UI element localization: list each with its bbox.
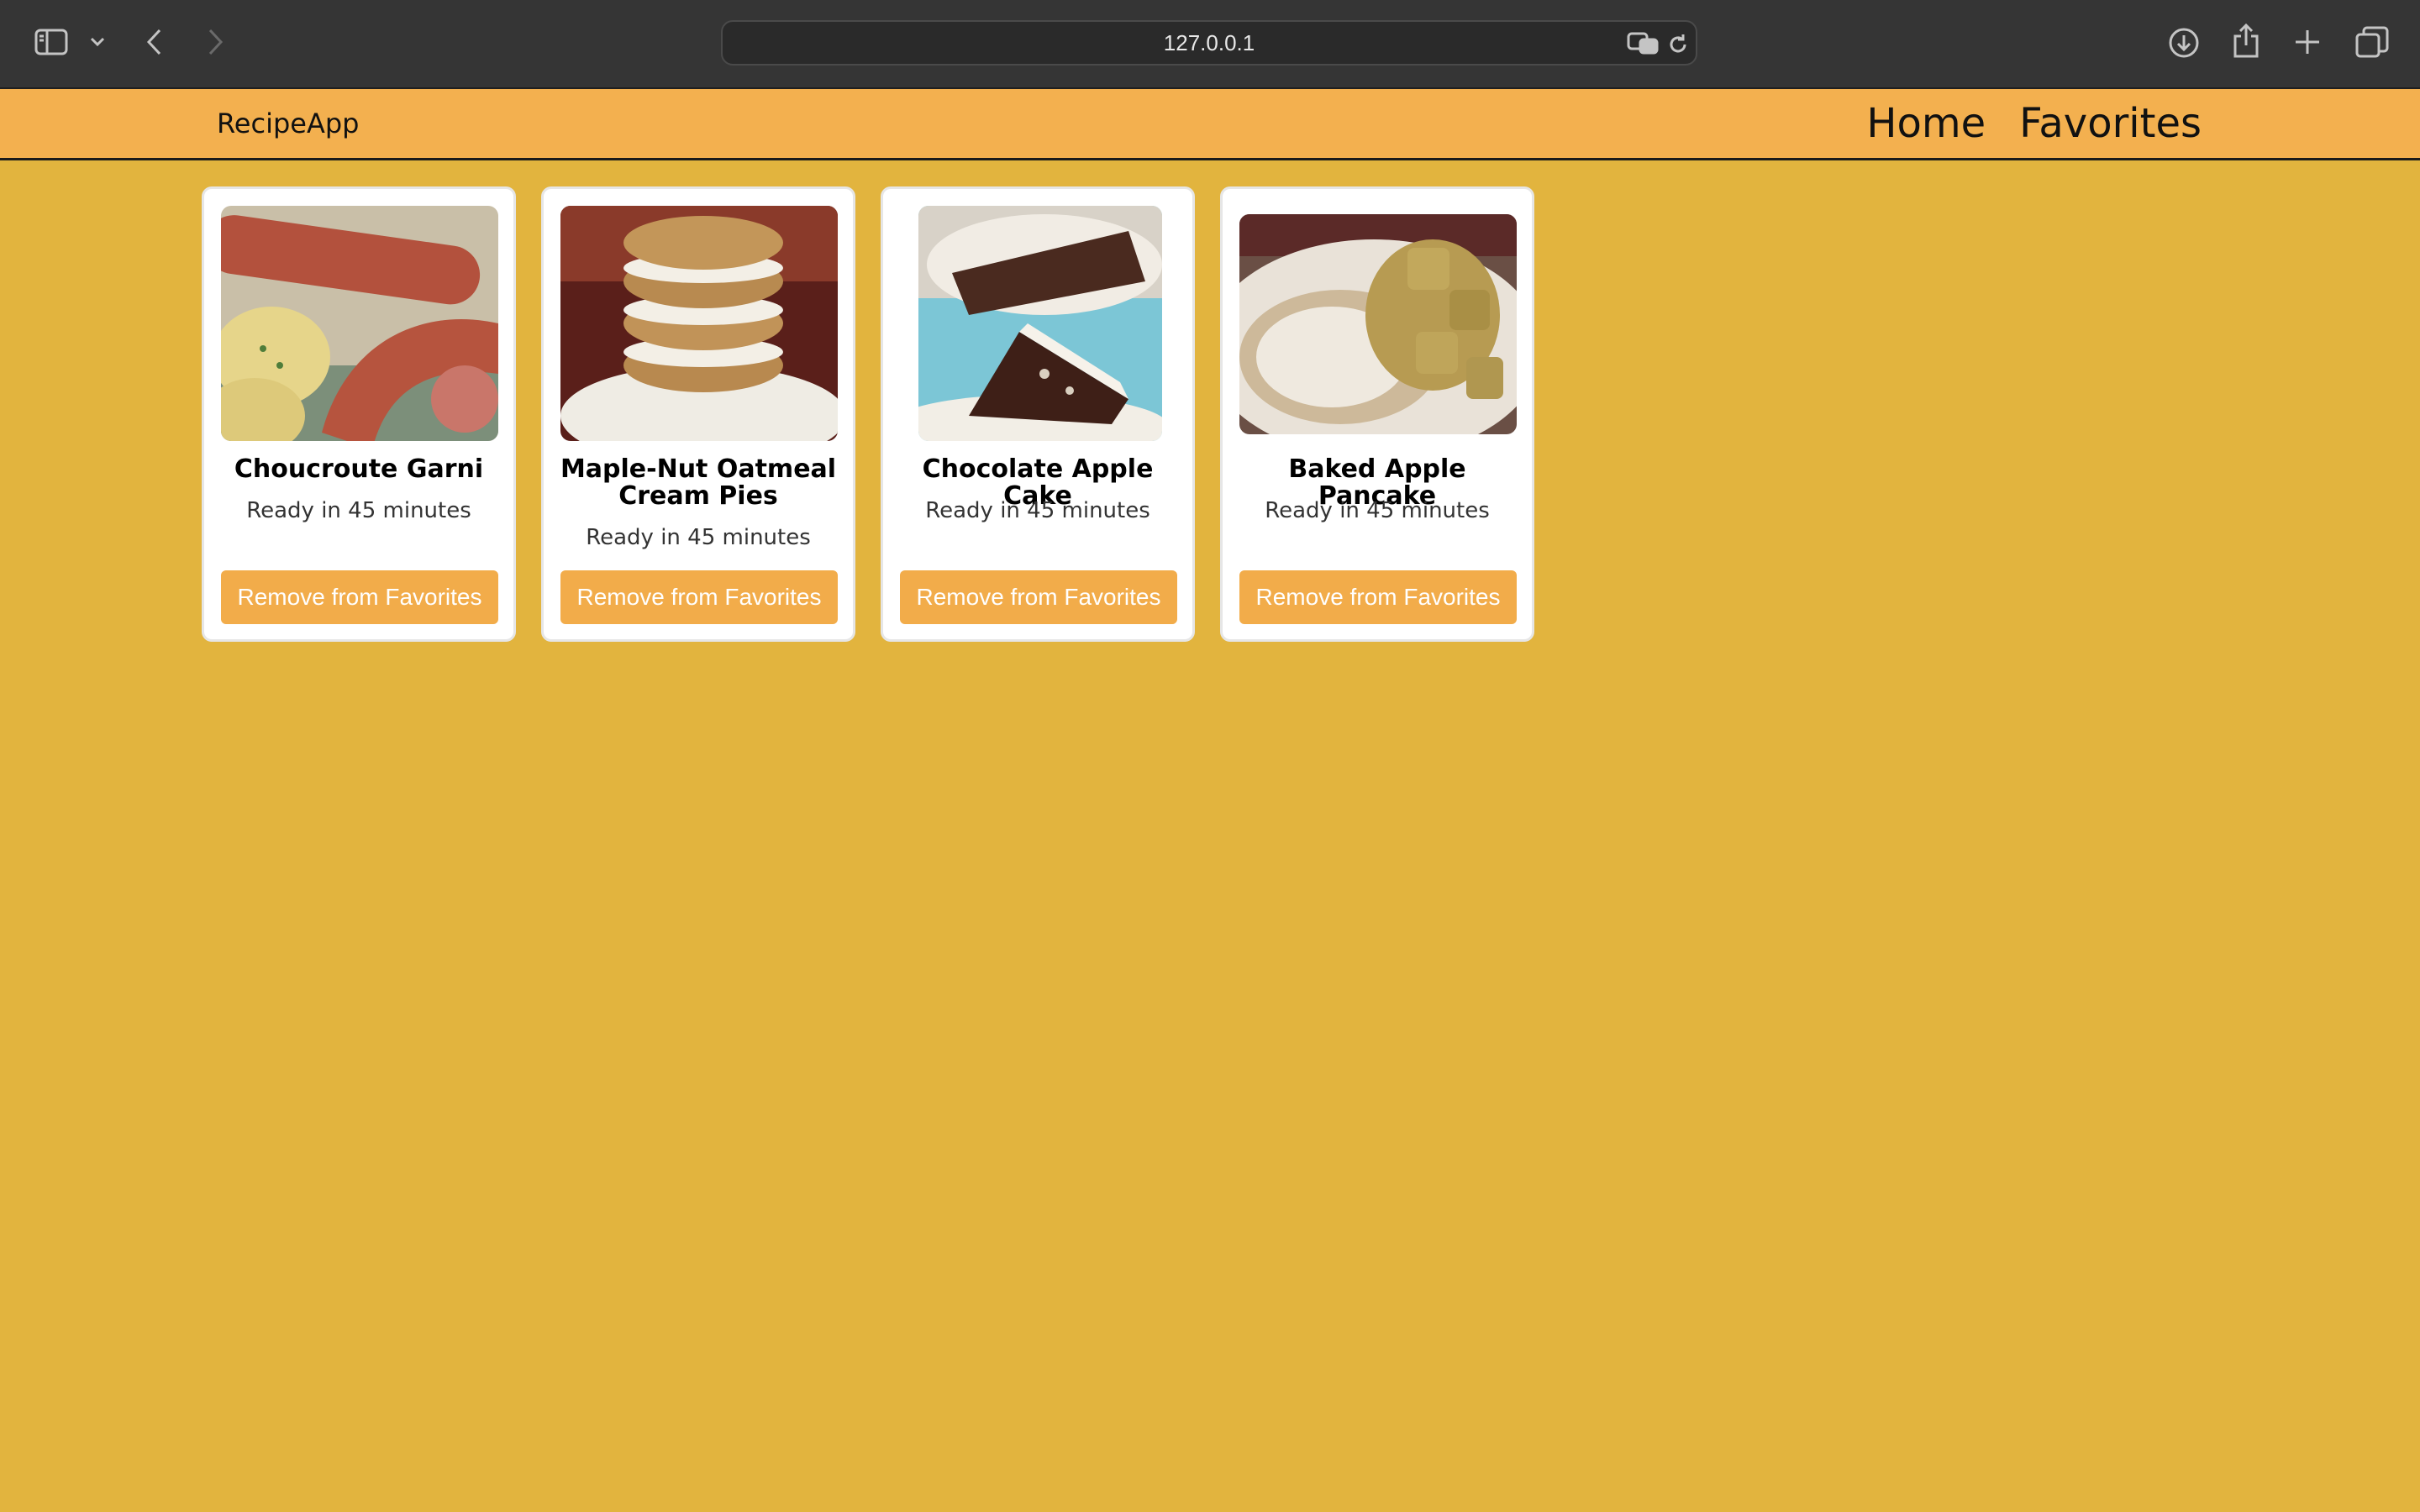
recipe-card: Choucroute Garni Ready in 45 minutes Rem… xyxy=(202,186,516,642)
nav-links: Home Favorites xyxy=(1866,89,2202,158)
reload-icon[interactable] xyxy=(1665,32,1691,57)
favorites-grid: Choucroute Garni Ready in 45 minutes Rem… xyxy=(202,186,1534,642)
recipe-ready-time: Ready in 45 minutes xyxy=(925,498,1150,523)
recipe-card: Chocolate Apple Cake Ready in 45 minutes… xyxy=(881,186,1195,642)
remove-favorite-button[interactable]: Remove from Favorites xyxy=(1239,570,1517,624)
recipe-title: Maple-Nut Oatmeal Cream Pies xyxy=(560,454,837,511)
browser-toolbar: 127.0.0.1 xyxy=(0,0,2420,89)
new-tab-icon[interactable] xyxy=(2291,25,2324,59)
recipe-title: Choucroute Garni xyxy=(234,454,484,484)
tabs-overview-icon[interactable] xyxy=(2354,25,2390,59)
chevron-down-icon[interactable] xyxy=(87,32,108,52)
remove-favorite-button[interactable]: Remove from Favorites xyxy=(560,570,838,624)
nav-link-home[interactable]: Home xyxy=(1866,100,1986,147)
sidebar-icon[interactable] xyxy=(32,25,71,59)
recipe-card: Baked Apple Pancake Ready in 45 minutes … xyxy=(1220,186,1534,642)
recipe-ready-time: Ready in 45 minutes xyxy=(586,525,811,550)
url-text: 127.0.0.1 xyxy=(1163,29,1255,55)
translate-icon[interactable] xyxy=(1627,30,1660,57)
remove-favorite-button[interactable]: Remove from Favorites xyxy=(221,570,498,624)
download-icon[interactable] xyxy=(2166,25,2202,60)
address-bar[interactable]: 127.0.0.1 xyxy=(721,20,1697,66)
app-navbar: RecipeApp Home Favorites xyxy=(0,89,2420,160)
recipe-ready-time: Ready in 45 minutes xyxy=(1265,498,1490,523)
recipe-image xyxy=(560,206,838,441)
recipe-image xyxy=(918,206,1162,441)
recipe-ready-time: Ready in 45 minutes xyxy=(246,498,471,523)
forward-icon[interactable] xyxy=(202,27,229,57)
brand-logo[interactable]: RecipeApp xyxy=(217,89,359,158)
remove-favorite-button[interactable]: Remove from Favorites xyxy=(900,570,1177,624)
share-icon[interactable] xyxy=(2228,22,2264,60)
recipe-image xyxy=(1239,214,1517,434)
recipe-image xyxy=(221,206,498,441)
back-icon[interactable] xyxy=(141,27,168,57)
recipe-card: Maple-Nut Oatmeal Cream Pies Ready in 45… xyxy=(541,186,855,642)
nav-link-favorites[interactable]: Favorites xyxy=(2019,100,2202,147)
